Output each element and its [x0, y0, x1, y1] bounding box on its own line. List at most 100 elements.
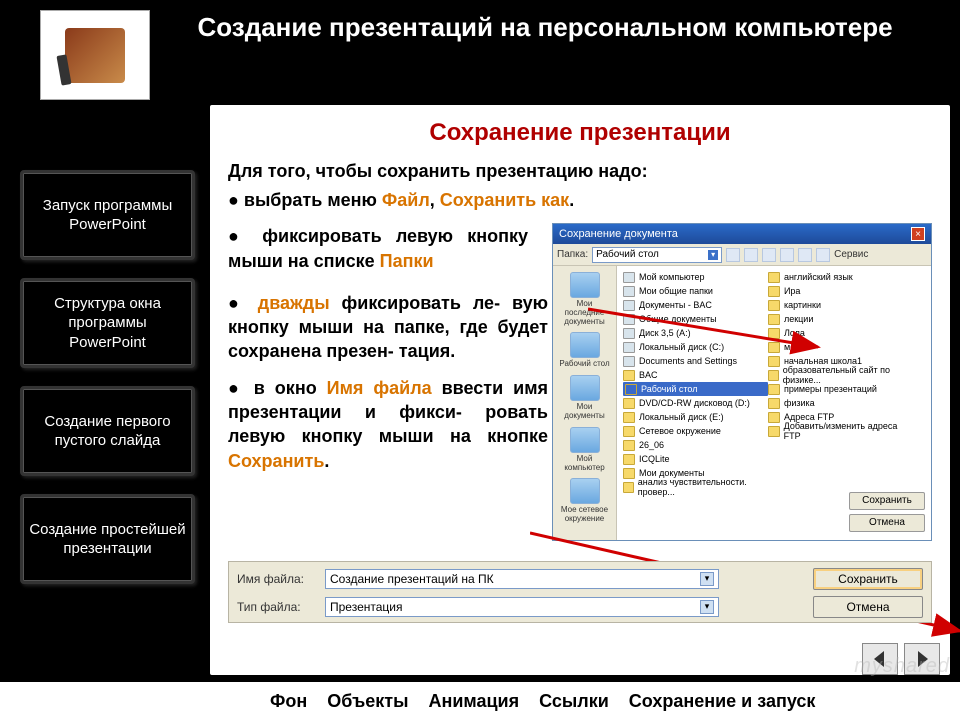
sidebar-item-label: Создание простейшей презентации — [29, 520, 186, 559]
dialog-toolbar: Папка: Рабочий стол ▾ Сервис — [553, 244, 931, 266]
sidebar: Запуск программы PowerPoint Структура ок… — [20, 170, 195, 602]
file-row[interactable]: лекции — [768, 312, 913, 326]
sidebar-item-first-slide[interactable]: Создание первого пустого слайда — [20, 386, 195, 476]
file-label: Общие документы — [639, 314, 717, 324]
dialog-cancel-button[interactable]: Отмена — [849, 514, 925, 532]
folder-icon — [623, 286, 635, 297]
filetype-label: Тип файла: — [237, 600, 317, 614]
place-mydocs[interactable]: Мои документы — [558, 375, 612, 421]
folder-icon — [623, 440, 635, 451]
sidebar-item-label: Создание первого пустого слайда — [29, 412, 186, 451]
file-row[interactable]: макро — [768, 340, 913, 354]
up-icon[interactable] — [744, 248, 758, 262]
logo — [40, 10, 150, 100]
file-label: лекции — [784, 314, 813, 324]
bullet-2: ● фиксировать левую кнопку мыши на списк… — [228, 224, 528, 273]
nav-background[interactable]: Фон — [260, 685, 317, 718]
file-row[interactable]: образовательный сайт по физике... — [768, 368, 913, 382]
file-row[interactable]: английский язык — [768, 270, 913, 284]
save-panel: Имя файла: Создание презентаций на ПК ▾ … — [228, 561, 932, 623]
cancel-button[interactable]: Отмена — [813, 596, 923, 618]
bullet-3: ● дважды фиксировать ле- вую кнопку мыши… — [228, 291, 548, 364]
dialog-file-list[interactable]: Мой компьютер Мои общие папкиДокументы - … — [617, 266, 931, 540]
nav-save-run[interactable]: Сохранение и запуск — [619, 685, 826, 718]
file-row[interactable]: Documents and Settings — [623, 354, 768, 368]
folder-icon — [768, 342, 780, 353]
file-row[interactable]: Общие документы — [623, 312, 768, 326]
folder-icon — [625, 384, 637, 395]
file-label: Локальный диск (E:) — [639, 412, 724, 422]
page-title: Создание презентаций на персональном ком… — [150, 12, 940, 43]
file-label: 26_06 — [639, 440, 664, 450]
file-row[interactable]: ICQLite — [623, 452, 768, 466]
save-button[interactable]: Сохранить — [813, 568, 923, 590]
close-icon[interactable]: × — [911, 227, 925, 241]
place-recent[interactable]: Мои последние документы — [558, 272, 612, 326]
place-network[interactable]: Мое сетевое окружение — [558, 478, 612, 524]
filename-label: Имя файла: — [237, 572, 317, 586]
folder-icon — [768, 384, 780, 395]
folder-icon — [623, 328, 635, 339]
folder-icon — [768, 356, 780, 367]
folder-combo-value: Рабочий стол — [596, 249, 659, 260]
folder-icon — [623, 454, 635, 465]
filetype-input[interactable]: Презентация ▾ — [325, 597, 719, 617]
folder-label: Папка: — [557, 249, 588, 260]
file-row[interactable]: Мой компьютер — [623, 270, 768, 284]
filename-input[interactable]: Создание презентаций на ПК ▾ — [325, 569, 719, 589]
file-row[interactable]: Добавить/изменить адреса FTP — [768, 424, 913, 438]
file-label: Диск 3,5 (A:) — [639, 328, 691, 338]
sidebar-item-launch[interactable]: Запуск программы PowerPoint — [20, 170, 195, 260]
dialog-titlebar: Сохранение документа × — [553, 224, 931, 244]
file-row[interactable]: Мои общие папки — [623, 284, 768, 298]
sidebar-item-structure[interactable]: Структура окна программы PowerPoint — [20, 278, 195, 368]
file-row[interactable]: DVD/CD-RW дисковод (D:) — [623, 396, 768, 410]
dialog-places: Мои последние документы Рабочий стол Мои… — [553, 266, 617, 540]
delete-icon[interactable] — [780, 248, 794, 262]
file-row[interactable]: Документы - BAC — [623, 298, 768, 312]
filename-value: Создание презентаций на ПК — [330, 572, 494, 586]
views-icon[interactable] — [816, 248, 830, 262]
file-row[interactable]: Рабочий стол — [623, 382, 768, 396]
file-label: макро — [784, 342, 809, 352]
file-label: Мой компьютер — [639, 272, 705, 282]
bottom-nav: Фон Объекты Анимация Ссылки Сохранение и… — [0, 682, 960, 720]
search-icon[interactable] — [762, 248, 776, 262]
folder-icon — [623, 482, 634, 493]
file-row[interactable]: Локальный диск (E:) — [623, 410, 768, 424]
folder-icon — [768, 286, 780, 297]
file-label: ICQLite — [639, 454, 670, 464]
folder-icon — [623, 356, 635, 367]
file-label: Сетевое окружение — [639, 426, 721, 436]
dialog-title-text: Сохранение документа — [559, 228, 678, 240]
file-row[interactable]: 26_06 — [623, 438, 768, 452]
file-label: Documents and Settings — [639, 356, 737, 366]
folder-combo[interactable]: Рабочий стол ▾ — [592, 247, 722, 263]
file-label: Локальный диск (C:) — [639, 342, 724, 352]
newfolder-icon[interactable] — [798, 248, 812, 262]
file-row[interactable]: Сетевое окружение — [623, 424, 768, 438]
header: Создание презентаций на персональном ком… — [150, 12, 940, 43]
file-row[interactable]: физика — [768, 396, 913, 410]
back-icon[interactable] — [726, 248, 740, 262]
place-mycomputer[interactable]: Мой компьютер — [558, 427, 612, 473]
folder-icon — [623, 468, 635, 479]
file-row[interactable]: Ира — [768, 284, 913, 298]
nav-animation[interactable]: Анимация — [418, 685, 529, 718]
file-row[interactable]: картинки — [768, 298, 913, 312]
folder-icon — [768, 370, 779, 381]
service-label[interactable]: Сервис — [834, 249, 868, 260]
place-desktop[interactable]: Рабочий стол — [558, 332, 612, 369]
nav-links[interactable]: Ссылки — [529, 685, 619, 718]
file-row[interactable]: анализ чувствительности. провер... — [623, 480, 768, 494]
file-row[interactable]: Локальный диск (C:) — [623, 340, 768, 354]
file-row[interactable]: Диск 3,5 (A:) — [623, 326, 768, 340]
folder-icon — [623, 342, 635, 353]
sidebar-item-simple-pres[interactable]: Создание простейшей презентации — [20, 494, 195, 584]
chevron-down-icon: ▾ — [700, 600, 714, 614]
nav-objects[interactable]: Объекты — [317, 685, 418, 718]
file-row[interactable]: BAC — [623, 368, 768, 382]
dialog-save-button[interactable]: Сохранить — [849, 492, 925, 510]
file-row[interactable]: Лола — [768, 326, 913, 340]
file-label: Лола — [784, 328, 805, 338]
